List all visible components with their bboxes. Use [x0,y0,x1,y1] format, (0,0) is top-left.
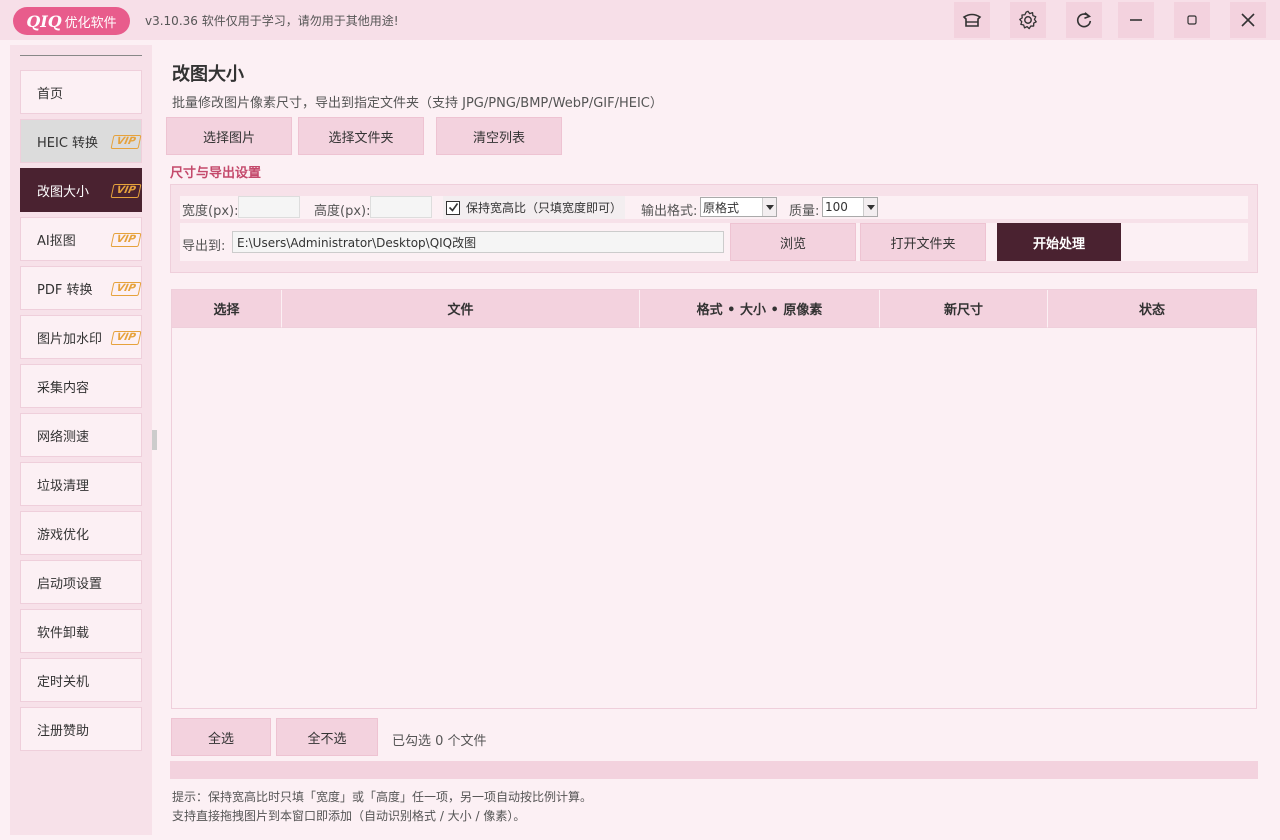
sidebar-item-uninstall[interactable]: 软件卸载 [20,609,142,653]
sidebar-item-sponsor[interactable]: 注册赞助 [20,707,142,751]
open-folder-button[interactable]: 打开文件夹 [860,223,986,261]
sidebar-item-label: HEIC 转换 [37,135,99,151]
maximize-button[interactable] [1174,2,1210,38]
version-text: v3.10.36 软件仅用于学习，请勿用于其他用途! [145,14,399,28]
settings-section-title: 尺寸与导出设置 [170,166,262,181]
dropdown-arrow-icon[interactable] [762,198,776,216]
sidebar-resize-handle[interactable] [152,430,157,450]
sidebar-item-label: 定时关机 [37,674,90,690]
selected-count-text: 已勾选 0 个文件 [392,734,487,749]
sidebar-item-home[interactable]: 首页 [20,70,142,114]
sidebar-item-cleanup[interactable]: 垃圾清理 [20,462,142,506]
app-logo: QIQ 优化软件 [13,7,130,35]
quality-select[interactable]: 100 [822,197,878,217]
vip-badge: VIP [110,233,142,247]
width-input[interactable] [238,196,300,218]
title-bar: QIQ 优化软件 v3.10.36 软件仅用于学习，请勿用于其他用途! [0,0,1280,40]
export-path-input[interactable]: E:\Users\Administrator\Desktop\QIQ改图 [232,231,724,253]
sidebar-item-label: 注册赞助 [37,723,90,739]
column-header-format[interactable]: 格式 • 大小 • 原像素 [640,290,880,328]
gear-icon [1019,10,1037,30]
browse-button[interactable]: 浏览 [730,223,856,261]
select-folder-button[interactable]: 选择文件夹 [298,117,424,155]
vip-badge: VIP [110,282,142,296]
format-select[interactable]: 原格式 [700,197,777,217]
progress-bar [170,761,1258,779]
vip-badge: VIP [110,135,142,149]
sidebar-item-label: AI抠图 [37,233,76,249]
sidebar-item-startup[interactable]: 启动项设置 [20,560,142,604]
keep-ratio-checkbox[interactable] [446,200,460,215]
sidebar-item-label: 网络测速 [37,429,90,445]
sidebar-item-heic[interactable]: HEIC 转换 VIP [20,119,142,163]
sidebar-item-label: 改图大小 [37,184,90,200]
sidebar-item-speedtest[interactable]: 网络测速 [20,413,142,457]
settings-button[interactable] [1010,2,1046,38]
height-label: 高度(px): [314,204,371,219]
sidebar-item-label: 软件卸载 [37,625,90,641]
select-all-button[interactable]: 全选 [171,718,271,756]
file-table[interactable]: 选择 文件 格式 • 大小 • 原像素 新尺寸 状态 [171,289,1257,709]
sidebar-item-label: 游戏优化 [37,527,90,543]
sidebar-item-label: 图片加水印 [37,331,103,347]
hat-icon [962,13,982,27]
page-description: 批量修改图片像素尺寸，导出到指定文件夹（支持 JPG/PNG/BMP/WebP/… [172,96,663,111]
minimize-icon [1130,19,1142,21]
sidebar-item-label: 启动项设置 [37,576,103,592]
column-header-file[interactable]: 文件 [282,290,640,328]
sidebar-item-label: 首页 [37,86,64,102]
sidebar-item-label: 垃圾清理 [37,478,90,494]
select-images-button[interactable]: 选择图片 [166,117,292,155]
sidebar-item-shutdown[interactable]: 定时关机 [20,658,142,702]
vip-badge: VIP [110,184,142,198]
vip-badge: VIP [110,331,142,345]
column-header-status[interactable]: 状态 [1048,290,1256,328]
hat-button[interactable] [954,2,990,38]
sidebar-item-watermark[interactable]: 图片加水印 VIP [20,315,142,359]
column-header-new-size[interactable]: 新尺寸 [880,290,1048,328]
sidebar-item-ai-cutout[interactable]: AI抠图 VIP [20,217,142,261]
quality-value: 100 [825,200,848,214]
keep-ratio-label: 保持宽高比（只填宽度即可） [466,201,623,215]
sidebar-item-pdf[interactable]: PDF 转换 VIP [20,266,142,310]
export-label: 导出到: [182,239,226,254]
refresh-button[interactable] [1066,2,1102,38]
sidebar-item-label: 采集内容 [37,380,90,396]
sidebar-divider [20,55,142,56]
dropdown-arrow-icon[interactable] [863,198,877,216]
sidebar-item-label: PDF 转换 [37,282,93,298]
keep-ratio-checkbox-row[interactable]: 保持宽高比（只填宽度即可） [443,196,625,219]
close-button[interactable] [1230,2,1266,38]
clear-list-button[interactable]: 清空列表 [436,117,562,155]
sidebar-item-collect[interactable]: 采集内容 [20,364,142,408]
maximize-icon [1187,15,1197,25]
sidebar-item-game[interactable]: 游戏优化 [20,511,142,555]
page-title: 改图大小 [172,64,244,85]
sidebar-item-resize[interactable]: 改图大小 VIP [20,168,142,212]
minimize-button[interactable] [1118,2,1154,38]
checkmark-icon [448,203,458,212]
logo-text: 优化软件 [64,15,117,31]
refresh-icon [1076,12,1092,28]
format-value: 原格式 [703,200,740,215]
logo-brand: QIQ [26,11,62,31]
quality-label: 质量: [789,204,820,219]
height-input[interactable] [370,196,432,218]
tip-text-2: 支持直接拖拽图片到本窗口即添加（自动识别格式 / 大小 / 像素）。 [172,809,526,823]
width-label: 宽度(px): [182,204,239,219]
column-header-select[interactable]: 选择 [172,290,282,328]
tip-text-1: 提示：保持宽高比时只填「宽度」或「高度」任一项，另一项自动按比例计算。 [172,790,593,804]
format-label: 输出格式: [641,204,698,219]
start-process-button[interactable]: 开始处理 [997,223,1121,261]
select-none-button[interactable]: 全不选 [276,718,378,756]
sidebar: 首页 HEIC 转换 VIP 改图大小 VIP AI抠图 VIP PDF 转换 … [10,45,152,835]
close-icon [1241,13,1255,27]
